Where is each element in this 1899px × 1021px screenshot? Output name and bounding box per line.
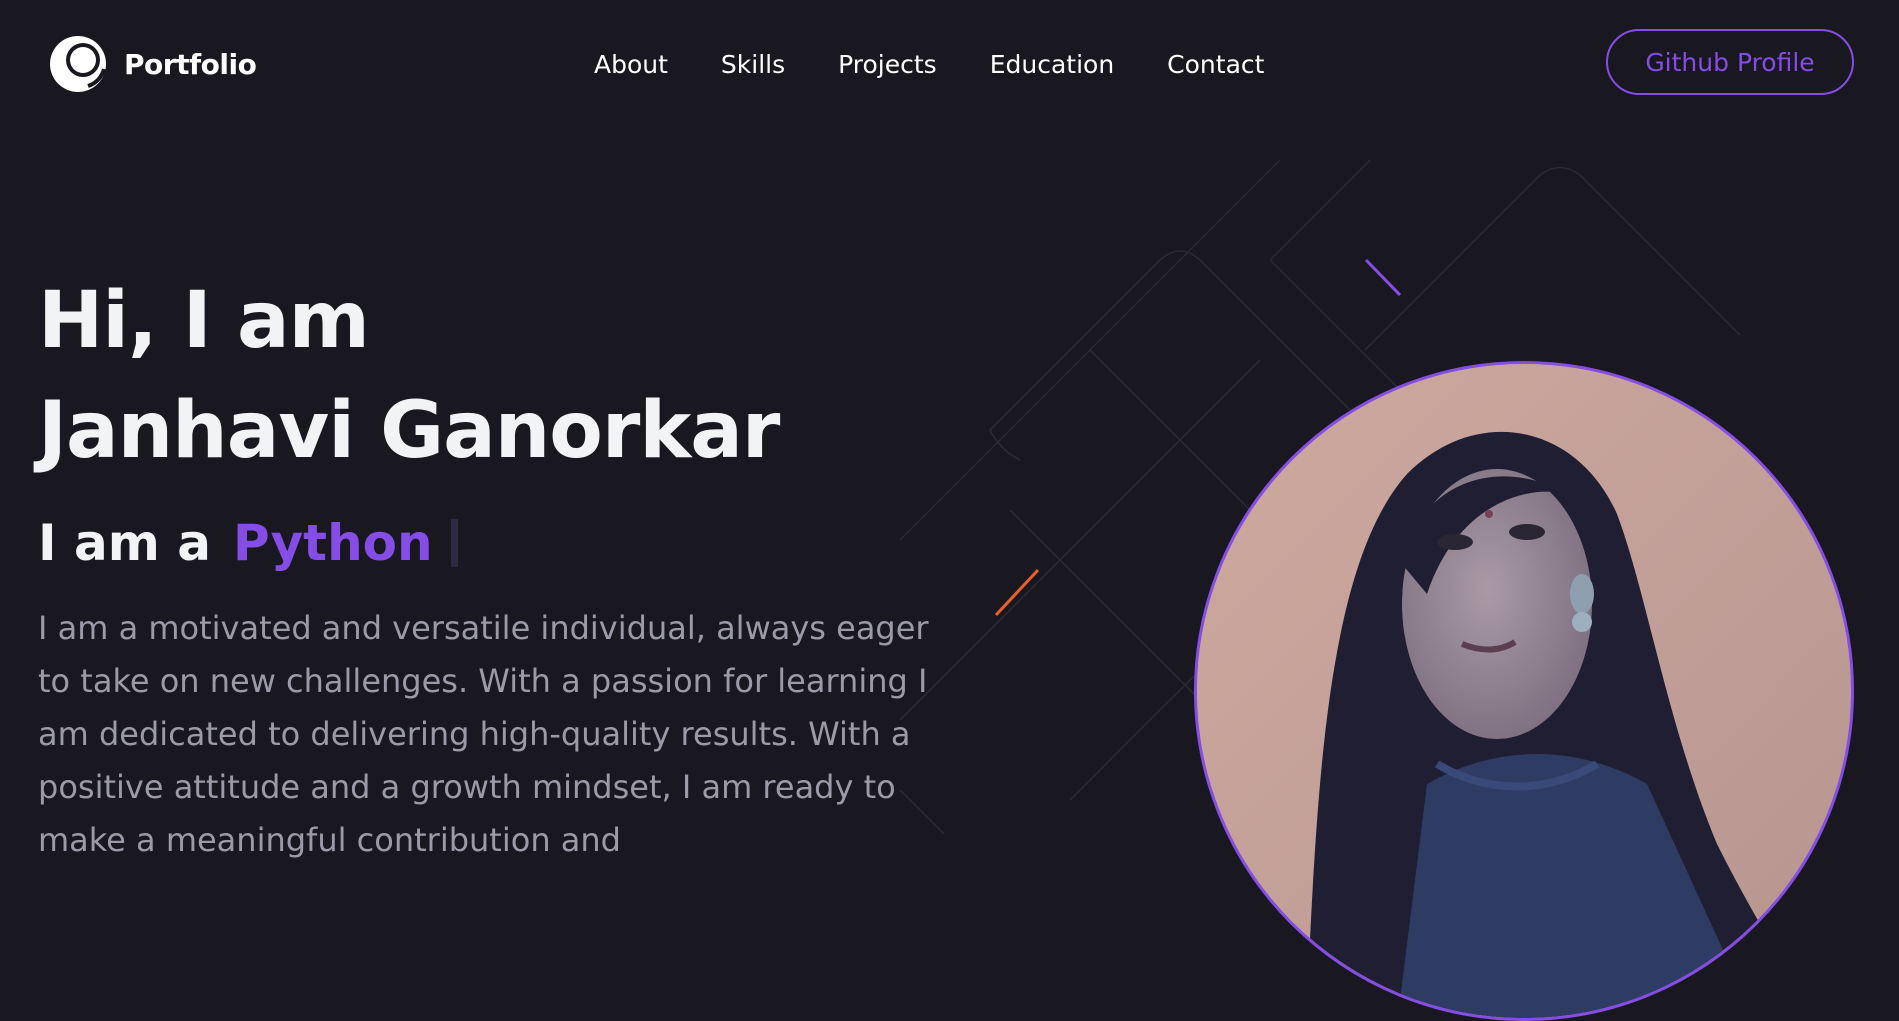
brand-logo[interactable]: Portfolio <box>48 34 257 94</box>
navbar: Portfolio About Skills Projects Educatio… <box>0 0 1899 128</box>
nav-link-projects[interactable]: Projects <box>838 50 937 79</box>
brand-name: Portfolio <box>124 47 257 81</box>
profile-photo <box>1194 361 1854 1021</box>
portfolio-logo-icon <box>50 36 106 92</box>
hero-title: Hi, I am Janhavi Ganorkar <box>38 266 958 486</box>
profile-portrait-image <box>1197 364 1851 1018</box>
nav-link-skills[interactable]: Skills <box>721 50 785 79</box>
hero-greeting: Hi, I am <box>38 276 370 366</box>
hero-name: Janhavi Ganorkar <box>38 386 780 476</box>
nav-link-education[interactable]: Education <box>990 50 1114 79</box>
nav-link-contact[interactable]: Contact <box>1167 50 1264 79</box>
hero-text: Hi, I am Janhavi Ganorkar I am a Python … <box>38 266 958 899</box>
github-profile-button[interactable]: Github Profile <box>1606 29 1854 95</box>
nav-links: About Skills Projects Education Contact <box>594 44 1264 84</box>
hero-description: I am a motivated and versatile individua… <box>38 609 929 859</box>
typing-role: Python <box>233 514 433 572</box>
typing-prefix: I am a <box>38 514 211 572</box>
typing-role-line: I am a Python <box>38 508 958 578</box>
nav-link-about[interactable]: About <box>594 50 668 79</box>
typing-cursor <box>450 519 458 567</box>
